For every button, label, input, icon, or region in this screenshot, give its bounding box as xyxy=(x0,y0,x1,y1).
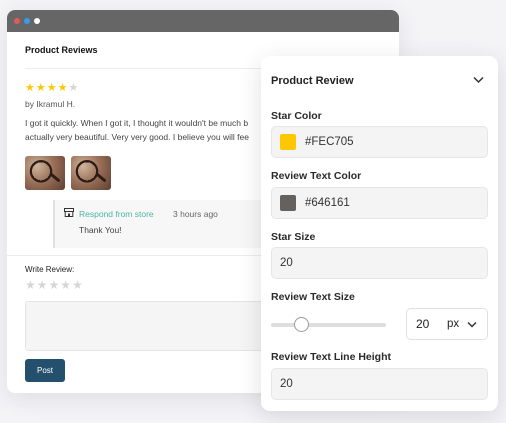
star-size-input[interactable]: 20 xyxy=(271,247,488,279)
review-text-color-value: #646161 xyxy=(305,197,350,209)
star-input[interactable]: ★ xyxy=(49,279,60,291)
reply-message: Thank You! xyxy=(79,225,122,235)
chevron-down-icon[interactable] xyxy=(467,321,477,328)
size-value[interactable]: 20 xyxy=(416,317,429,331)
post-button[interactable]: Post xyxy=(25,359,65,382)
review-text-color-label: Review Text Color xyxy=(271,170,362,182)
line-height-label: Review Text Line Height xyxy=(271,351,391,363)
review-photo-thumbnail[interactable] xyxy=(71,156,111,190)
star-filled-icon: ★ xyxy=(57,82,68,94)
window-dot-white xyxy=(34,18,40,24)
star-input[interactable]: ★ xyxy=(60,279,71,291)
review-text-size-input[interactable]: 20 px xyxy=(406,308,488,340)
star-filled-icon: ★ xyxy=(25,82,35,94)
star-empty-icon: ★ xyxy=(68,82,79,94)
window-dot-red xyxy=(14,18,20,24)
review-text-color-swatch[interactable] xyxy=(280,195,296,211)
product-review-settings-panel: Product Review Star Color #FEC705 Review… xyxy=(261,56,498,411)
star-color-label: Star Color xyxy=(271,110,322,122)
window-title-bar xyxy=(7,10,399,32)
write-review-label: Write Review: xyxy=(25,265,75,274)
review-photo-thumbnail[interactable] xyxy=(25,156,65,190)
star-filled-icon: ★ xyxy=(46,82,57,94)
review-rating: ★ ★ ★ ★ ★ xyxy=(25,83,78,94)
star-size-label: Star Size xyxy=(271,231,316,243)
panel-title: Product Review xyxy=(271,75,354,87)
unit-select[interactable]: px xyxy=(447,318,459,330)
window-dot-blue xyxy=(24,18,30,24)
review-text-size-label: Review Text Size xyxy=(271,291,355,303)
star-color-swatch[interactable] xyxy=(280,134,296,150)
star-input[interactable]: ★ xyxy=(37,279,48,291)
star-input[interactable]: ★ xyxy=(25,279,36,291)
review-author: by Ikramul H. xyxy=(25,99,76,109)
line-height-input[interactable]: 20 xyxy=(271,368,488,400)
rating-input[interactable]: ★ ★ ★ ★ ★ xyxy=(25,279,83,291)
chevron-down-icon[interactable] xyxy=(473,76,484,84)
star-color-field[interactable]: #FEC705 xyxy=(271,126,488,158)
slider-handle[interactable] xyxy=(294,317,309,332)
review-text-size-slider[interactable] xyxy=(271,323,386,327)
review-text-color-field[interactable]: #646161 xyxy=(271,187,488,219)
reply-timestamp: 3 hours ago xyxy=(173,209,218,219)
star-color-value: #FEC705 xyxy=(305,136,354,148)
store-name: Respond from store xyxy=(79,209,154,219)
star-filled-icon: ★ xyxy=(35,82,46,94)
reviews-title: Product Reviews xyxy=(25,45,98,55)
star-input[interactable]: ★ xyxy=(72,279,83,291)
store-icon xyxy=(64,208,74,217)
